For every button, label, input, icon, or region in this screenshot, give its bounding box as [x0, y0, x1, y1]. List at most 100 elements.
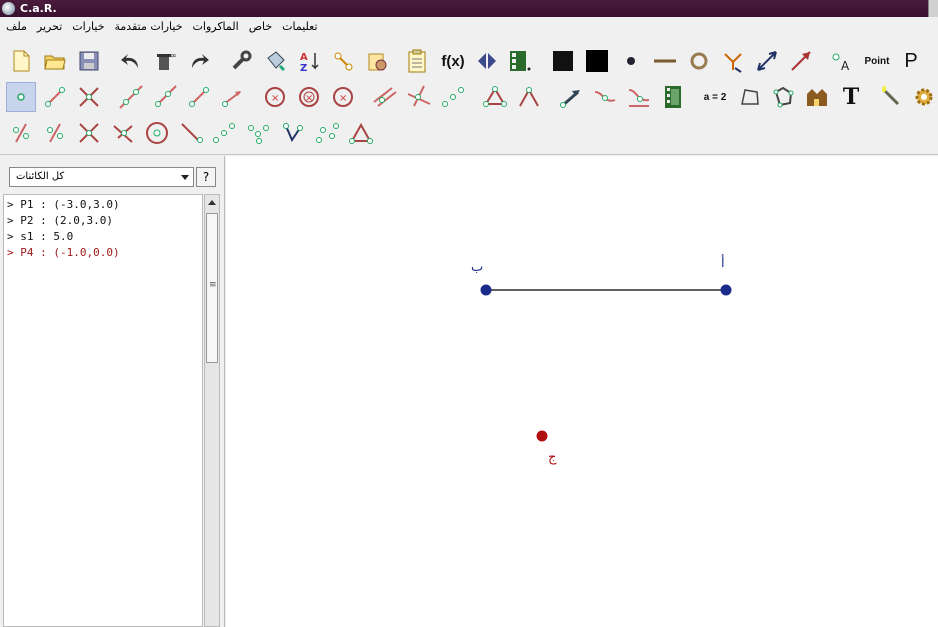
delete-icon[interactable]: ∞ — [150, 46, 180, 76]
menu-advanced-options[interactable]: خيارات متقدمة — [115, 17, 183, 37]
circle-tool-icon[interactable]: × — [260, 82, 290, 112]
move-point-icon[interactable] — [328, 46, 358, 76]
snap-icon[interactable] — [718, 46, 748, 76]
settings-gear-icon[interactable] — [910, 82, 938, 112]
circle-three-points-icon[interactable]: × — [294, 82, 324, 112]
point-size-icon[interactable] — [616, 46, 646, 76]
menu-help[interactable]: تعليمات — [282, 17, 317, 37]
svg-text:Z: Z — [300, 63, 307, 74]
undo-icon[interactable] — [116, 46, 146, 76]
macro-2-icon[interactable] — [40, 118, 70, 148]
function-button[interactable]: f(x) — [438, 46, 468, 76]
sort-az-icon[interactable]: AZ — [294, 46, 324, 76]
object-list-scrollbar[interactable] — [204, 194, 220, 627]
point-tool-icon[interactable] — [6, 82, 36, 112]
color-black-square-icon[interactable] — [582, 46, 612, 76]
new-file-icon[interactable] — [6, 46, 36, 76]
svg-text:×: × — [339, 93, 347, 104]
title-bar: C.a.R. — [0, 0, 938, 17]
angle-tool-icon[interactable] — [514, 82, 544, 112]
open-folder-icon[interactable] — [40, 46, 70, 76]
macro-4-icon[interactable] — [108, 118, 138, 148]
color-black-icon[interactable] — [548, 46, 578, 76]
menu-file[interactable]: ملف — [6, 17, 27, 37]
svg-text:×: × — [305, 93, 313, 104]
help-button[interactable]: ? — [196, 167, 216, 187]
move-arrow-tool-icon[interactable] — [556, 82, 586, 112]
point-name-button[interactable]: Point — [860, 46, 894, 76]
segment-fixed-tool-icon[interactable] — [184, 82, 214, 112]
line-tool-icon[interactable] — [116, 82, 146, 112]
p-letter-button[interactable]: P — [896, 46, 926, 76]
point-a[interactable] — [720, 284, 732, 296]
mirror-icon[interactable] — [472, 46, 502, 76]
curve-tool-icon[interactable] — [590, 82, 620, 112]
macro-5-icon[interactable] — [142, 118, 172, 148]
polygon-tool-icon[interactable] — [480, 82, 510, 112]
construction-svg — [480, 284, 732, 442]
object-list: > P1 : (-3.0,3.0) > P2 : (2.0,3.0) > s1 … — [3, 194, 203, 627]
vector-arrow-icon[interactable] — [786, 46, 816, 76]
menu-edit[interactable]: تحرير — [37, 17, 62, 37]
point-c[interactable] — [536, 430, 548, 442]
segment-tool-icon[interactable] — [40, 82, 70, 112]
object-filter-select[interactable]: كل الكائنات — [9, 167, 194, 187]
macro-10-icon[interactable] — [312, 118, 342, 148]
chevron-down-icon — [181, 175, 189, 180]
circle-style-icon[interactable] — [684, 46, 714, 76]
scroll-up-icon[interactable] — [205, 195, 219, 211]
function-plot-tool-icon[interactable] — [624, 82, 654, 112]
film-strip-icon[interactable] — [658, 82, 688, 112]
macro-8-icon[interactable] — [244, 118, 274, 148]
object-row[interactable]: > P4 : (-1.0,0.0) — [4, 245, 202, 261]
macro-7-icon[interactable] — [210, 118, 240, 148]
app-icon — [2, 2, 15, 15]
macro-1-icon[interactable] — [6, 118, 36, 148]
point-b-label: ب — [471, 260, 484, 275]
paint-bucket-icon[interactable] — [260, 46, 290, 76]
save-icon[interactable] — [74, 46, 104, 76]
menu-options[interactable]: خيارات — [72, 17, 104, 37]
parallel-tool-icon[interactable] — [370, 82, 400, 112]
intersection-tool-icon[interactable] — [74, 82, 104, 112]
macro-6-icon[interactable] — [176, 118, 206, 148]
object-row[interactable]: > s1 : 5.0 — [4, 229, 202, 245]
macro-3-icon[interactable] — [74, 118, 104, 148]
circle-radius-icon[interactable]: × — [328, 82, 358, 112]
macro-icon[interactable] — [362, 46, 392, 76]
redo-icon[interactable] — [184, 46, 214, 76]
quadrilateral-tool-icon[interactable] — [734, 82, 764, 112]
object-row[interactable]: > P1 : (-3.0,3.0) — [4, 197, 202, 213]
building-tool-icon[interactable] — [802, 82, 832, 112]
drawing-canvas[interactable]: أ ب ج — [226, 156, 938, 627]
menu-special[interactable]: خاص — [249, 17, 272, 37]
clipboard-icon[interactable] — [402, 46, 432, 76]
line-thickness-icon[interactable] — [650, 46, 680, 76]
menu-macros[interactable]: الماكروات — [193, 17, 239, 37]
point-a-label: أ — [721, 256, 725, 271]
point-label-icon[interactable]: A — [828, 46, 858, 76]
object-filter-value: كل الكائنات — [16, 171, 65, 182]
ray-arrow-icon[interactable] — [752, 46, 782, 76]
window-control-button[interactable] — [928, 0, 938, 17]
point-b[interactable] — [480, 284, 492, 296]
menu-bar: ملف تحرير خيارات خيارات متقدمة الماكروات… — [0, 17, 938, 37]
text-tool-button[interactable]: T — [836, 82, 866, 112]
perpendicular-tool-icon[interactable] — [404, 82, 434, 112]
vector-tool-icon[interactable] — [218, 82, 248, 112]
magic-wand-icon[interactable] — [876, 82, 906, 112]
macro-9-icon[interactable] — [278, 118, 308, 148]
animation-icon[interactable] — [504, 46, 534, 76]
object-row[interactable]: > P2 : (2.0,3.0) — [4, 213, 202, 229]
ray-tool-icon[interactable] — [150, 82, 180, 112]
svg-text:A: A — [300, 52, 308, 63]
toolbar: ∞ AZ f(x) A Point P × × × a = 2 T — [0, 37, 938, 155]
assign-expression-button[interactable]: a = 2 — [698, 82, 732, 112]
wrench-icon[interactable] — [226, 46, 256, 76]
midpoint-tool-icon[interactable] — [438, 82, 468, 112]
macro-triangle-icon[interactable] — [346, 118, 376, 148]
svg-text:×: × — [271, 93, 279, 104]
scroll-thumb[interactable] — [206, 213, 218, 363]
point-c-label: ج — [548, 450, 557, 465]
polygon-points-tool-icon[interactable] — [768, 82, 798, 112]
